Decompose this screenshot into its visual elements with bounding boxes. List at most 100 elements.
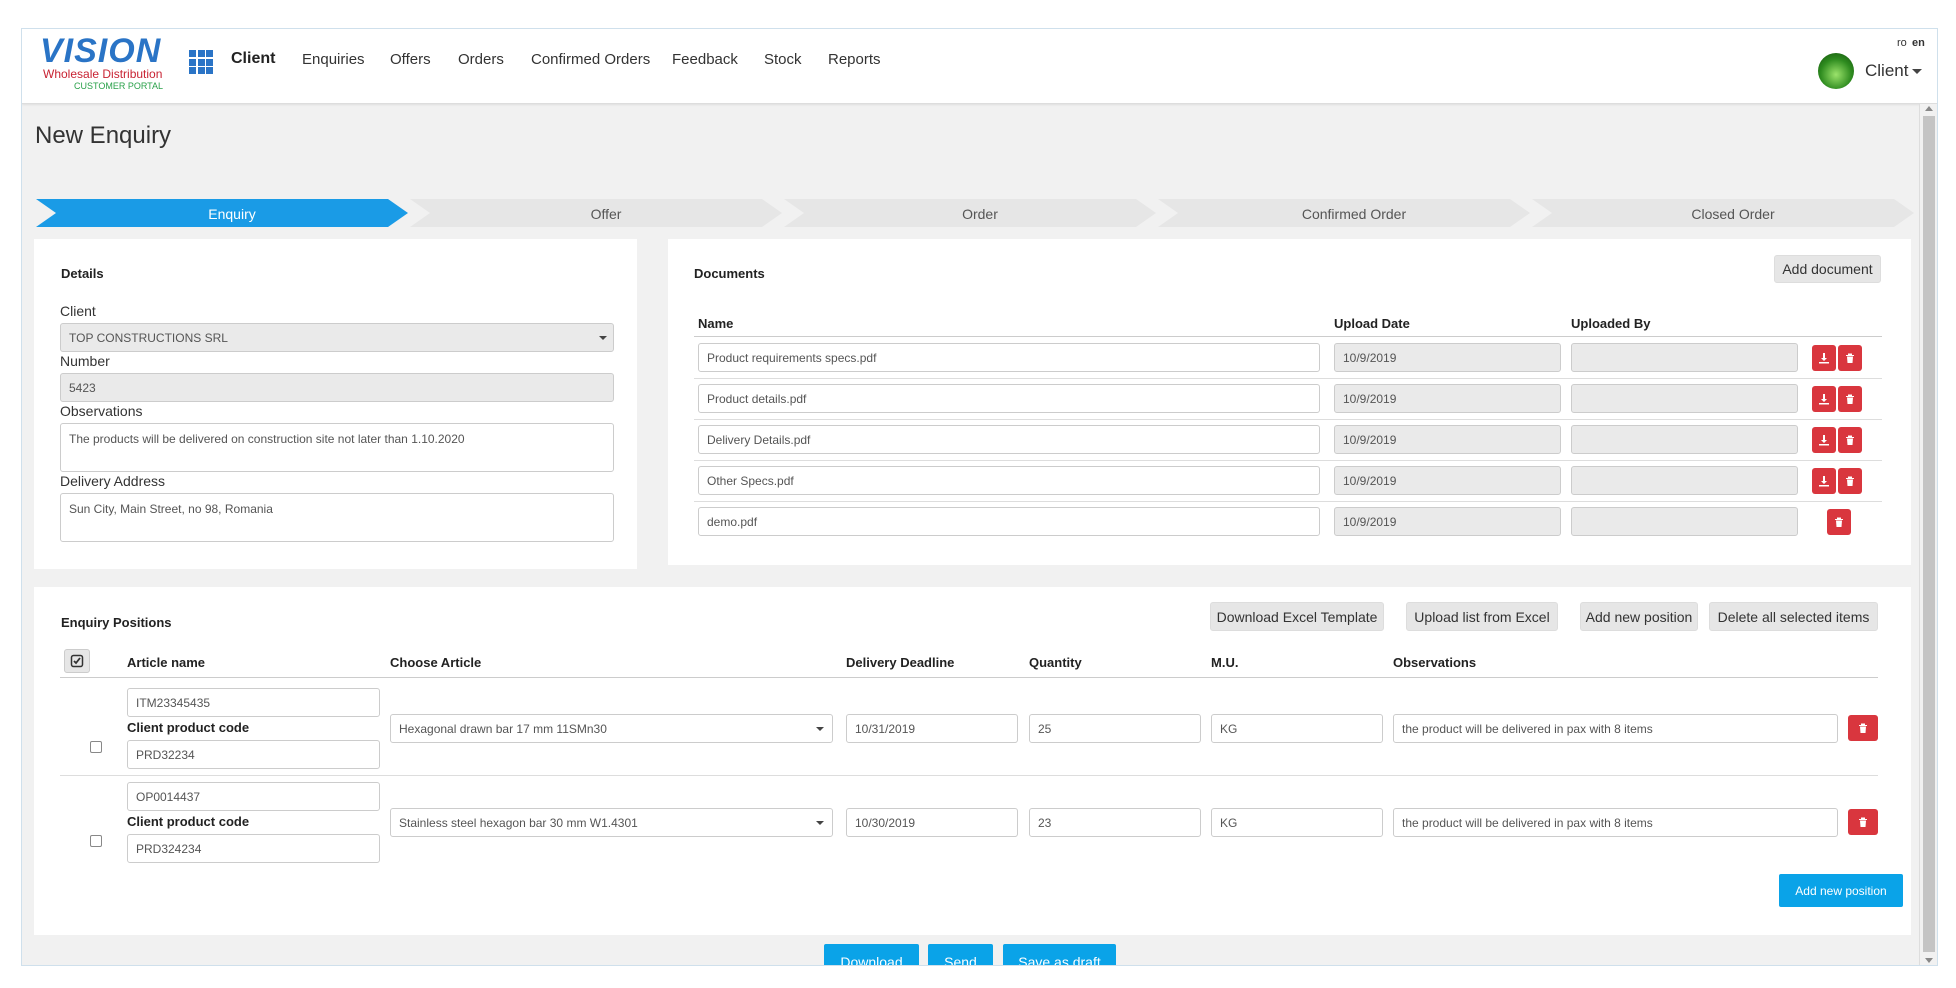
nav-offers[interactable]: Offers bbox=[390, 51, 431, 68]
nav-orders[interactable]: Orders bbox=[458, 51, 504, 68]
article-name-input[interactable]: ITM23345435 bbox=[127, 688, 380, 717]
chevron-down-icon[interactable] bbox=[816, 727, 824, 731]
deadline-value: 10/31/2019 bbox=[855, 721, 916, 736]
nav-stock[interactable]: Stock bbox=[764, 51, 802, 68]
observations-textarea[interactable]: The products will be delivered on constr… bbox=[60, 423, 614, 472]
brand-logo[interactable]: VISION Wholesale Distribution CUSTOMER P… bbox=[40, 33, 175, 95]
send-button[interactable]: Send bbox=[928, 944, 993, 965]
doc-upload-date: 10/9/2019 bbox=[1334, 466, 1561, 495]
nav-feedback[interactable]: Feedback bbox=[672, 51, 738, 68]
mu-input[interactable]: KG bbox=[1211, 714, 1383, 743]
pos-col-article-name: Article name bbox=[127, 655, 206, 670]
observations-input[interactable]: the product will be delivered in pax wit… bbox=[1393, 714, 1838, 743]
trash-icon[interactable] bbox=[1838, 468, 1862, 494]
mu-value: KG bbox=[1220, 815, 1238, 830]
doc-date: 10/9/2019 bbox=[1343, 432, 1397, 447]
lang-ro[interactable]: ro bbox=[1897, 37, 1907, 49]
chevron-down-icon[interactable] bbox=[599, 336, 607, 340]
download-icon[interactable] bbox=[1812, 468, 1836, 494]
apps-grid-icon[interactable] bbox=[189, 50, 213, 74]
row-checkbox[interactable] bbox=[90, 835, 102, 847]
quantity-value: 25 bbox=[1038, 721, 1052, 736]
client-select-value: TOP CONSTRUCTIONS SRL bbox=[69, 330, 228, 345]
add-new-position-top-button[interactable]: Add new position bbox=[1580, 602, 1698, 631]
brand-line1: Wholesale Distribution bbox=[43, 67, 163, 81]
lang-en[interactable]: en bbox=[1912, 37, 1925, 49]
trash-icon[interactable] bbox=[1848, 809, 1878, 835]
nav-client[interactable]: Client bbox=[231, 50, 275, 68]
doc-date: 10/9/2019 bbox=[1343, 514, 1397, 529]
doc-name-input[interactable]: Product details.pdf bbox=[698, 384, 1320, 413]
chevron-down-icon[interactable] bbox=[1912, 69, 1922, 74]
download-icon[interactable] bbox=[1812, 427, 1836, 453]
scroll-down-icon[interactable] bbox=[1925, 958, 1933, 963]
trash-icon[interactable] bbox=[1838, 345, 1862, 371]
pos-col-observations: Observations bbox=[1393, 655, 1477, 670]
delete-all-selected-button[interactable]: Delete all selected items bbox=[1709, 602, 1878, 631]
save-as-draft-button[interactable]: Save as draft bbox=[1003, 944, 1116, 965]
nav-confirmed-orders[interactable]: Confirmed Orders bbox=[531, 51, 650, 68]
mu-input[interactable]: KG bbox=[1211, 808, 1383, 837]
check-square-icon[interactable] bbox=[64, 649, 90, 673]
download-excel-template-button[interactable]: Download Excel Template bbox=[1210, 602, 1384, 631]
nav-enquiries[interactable]: Enquiries bbox=[302, 51, 365, 68]
doc-col-uploaded-by: Uploaded By bbox=[1571, 316, 1651, 331]
brand-line2: CUSTOMER PORTAL bbox=[74, 81, 164, 91]
avatar[interactable] bbox=[1818, 53, 1854, 89]
obs-value: the product will be delivered in pax wit… bbox=[1402, 721, 1653, 736]
download-icon[interactable] bbox=[1812, 345, 1836, 371]
upload-list-from-excel-button[interactable]: Upload list from Excel bbox=[1406, 602, 1558, 631]
user-menu[interactable]: Client bbox=[1865, 61, 1908, 81]
trash-icon[interactable] bbox=[1827, 509, 1851, 535]
doc-date: 10/9/2019 bbox=[1343, 350, 1397, 365]
step-closed-order[interactable]: Closed Order bbox=[1552, 201, 1914, 227]
doc-col-name: Name bbox=[698, 316, 734, 331]
doc-name-input[interactable]: Product requirements specs.pdf bbox=[698, 343, 1320, 372]
client-code: PRD324234 bbox=[136, 841, 202, 856]
client-select[interactable]: TOP CONSTRUCTIONS SRL bbox=[60, 323, 614, 352]
article-name-input[interactable]: OP0014437 bbox=[127, 782, 380, 811]
client-code-label: Client product code bbox=[127, 814, 250, 829]
trash-icon[interactable] bbox=[1848, 715, 1878, 741]
trash-icon[interactable] bbox=[1838, 427, 1862, 453]
download-icon[interactable] bbox=[1812, 386, 1836, 412]
doc-name: Other Specs.pdf bbox=[707, 473, 794, 488]
download-button[interactable]: Download bbox=[824, 944, 919, 965]
add-document-button[interactable]: Add document bbox=[1774, 255, 1881, 283]
delivery-deadline-input[interactable]: 10/30/2019 bbox=[846, 808, 1018, 837]
vertical-scrollbar[interactable] bbox=[1919, 104, 1937, 965]
row-checkbox[interactable] bbox=[90, 741, 102, 753]
positions-title: Enquiry Positions bbox=[61, 615, 172, 630]
number-field: 5423 bbox=[60, 373, 614, 402]
quantity-input[interactable]: 23 bbox=[1029, 808, 1201, 837]
trash-icon[interactable] bbox=[1838, 386, 1862, 412]
scroll-thumb[interactable] bbox=[1923, 116, 1935, 952]
doc-name: Product details.pdf bbox=[707, 391, 807, 406]
top-navbar: VISION Wholesale Distribution CUSTOMER P… bbox=[22, 29, 1937, 104]
add-new-position-button[interactable]: Add new position bbox=[1779, 874, 1903, 907]
delivery-deadline-input[interactable]: 10/31/2019 bbox=[846, 714, 1018, 743]
documents-title: Documents bbox=[694, 266, 765, 281]
doc-upload-date: 10/9/2019 bbox=[1334, 425, 1561, 454]
doc-name-input[interactable]: demo.pdf bbox=[698, 507, 1320, 536]
quantity-input[interactable]: 25 bbox=[1029, 714, 1201, 743]
step-order[interactable]: Order bbox=[804, 201, 1156, 227]
nav-reports[interactable]: Reports bbox=[828, 51, 881, 68]
article-name: OP0014437 bbox=[136, 789, 201, 804]
doc-name-input[interactable]: Other Specs.pdf bbox=[698, 466, 1320, 495]
choose-article-select[interactable]: Hexagonal drawn bar 17 mm 11SMn30 bbox=[390, 714, 833, 743]
step-enquiry[interactable]: Enquiry bbox=[56, 201, 408, 227]
step-offer[interactable]: Offer bbox=[430, 201, 782, 227]
doc-date: 10/9/2019 bbox=[1343, 473, 1397, 488]
deadline-value: 10/30/2019 bbox=[855, 815, 916, 830]
observations-input[interactable]: the product will be delivered in pax wit… bbox=[1393, 808, 1838, 837]
doc-name-input[interactable]: Delivery Details.pdf bbox=[698, 425, 1320, 454]
step-confirmed-order[interactable]: Confirmed Order bbox=[1178, 201, 1530, 227]
doc-uploaded-by bbox=[1571, 384, 1798, 413]
scroll-up-icon[interactable] bbox=[1925, 106, 1933, 111]
chevron-down-icon[interactable] bbox=[816, 821, 824, 825]
client-code-input[interactable]: PRD324234 bbox=[127, 834, 380, 863]
delivery-address-textarea[interactable]: Sun City, Main Street, no 98, Romania bbox=[60, 493, 614, 542]
choose-article-select[interactable]: Stainless steel hexagon bar 30 mm W1.430… bbox=[390, 808, 833, 837]
client-code-input[interactable]: PRD32234 bbox=[127, 740, 380, 769]
